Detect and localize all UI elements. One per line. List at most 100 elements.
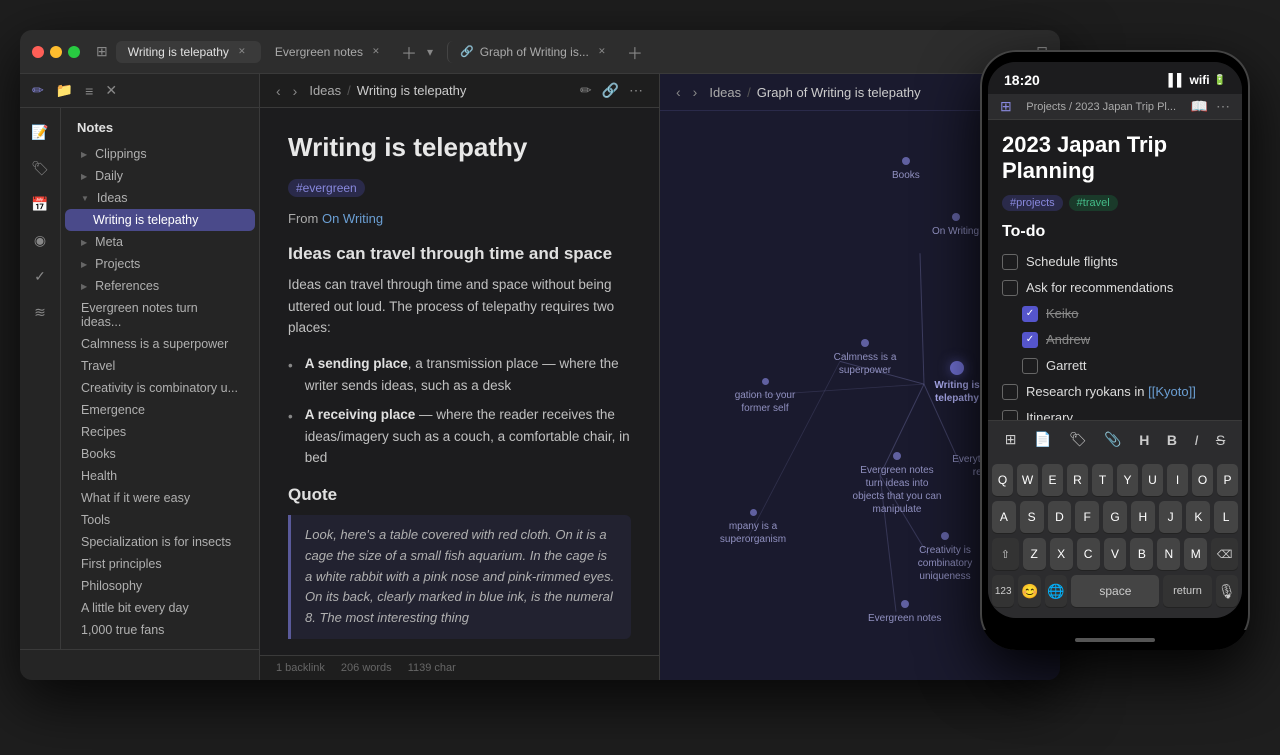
new-tab-button-2[interactable]: ＋	[623, 40, 647, 64]
sidebar-item-calmness[interactable]: Calmness is a superpower	[65, 333, 255, 355]
key-w[interactable]: W	[1017, 464, 1038, 496]
graph-node-former-self[interactable]: gation to your former self	[720, 378, 810, 415]
graph-node-books[interactable]: Books	[892, 157, 920, 182]
key-y[interactable]: Y	[1117, 464, 1138, 496]
checkbox-itinerary[interactable]	[1002, 410, 1018, 420]
graph-node-on-writing[interactable]: On Writing	[932, 213, 979, 238]
key-o[interactable]: O	[1192, 464, 1213, 496]
key-delete[interactable]: ⌫	[1211, 538, 1238, 570]
sidebar-item-recipes[interactable]: Recipes	[65, 421, 255, 443]
checkbox-keiko[interactable]: ✓	[1022, 306, 1038, 322]
link-icon[interactable]: 🔗	[602, 82, 619, 99]
key-t[interactable]: T	[1092, 464, 1113, 496]
key-l[interactable]: L	[1214, 501, 1238, 533]
key-a[interactable]: A	[992, 501, 1016, 533]
folder-icon[interactable]: 📁	[56, 82, 73, 99]
tab-dropdown-icon[interactable]: ▾	[423, 41, 437, 63]
key-s[interactable]: S	[1020, 501, 1044, 533]
sidebar-item-daily[interactable]: ▶ Daily	[65, 165, 255, 187]
graph-breadcrumb-root[interactable]: Ideas	[709, 85, 741, 100]
key-b[interactable]: B	[1130, 538, 1153, 570]
tab-writing-telepathy[interactable]: Writing is telepathy ✕	[116, 41, 261, 63]
phone-content[interactable]: 2023 Japan Trip Planning #projects #trav…	[988, 120, 1242, 420]
graph-node-evergreen-ideas[interactable]: Evergreen notes turn ideas into objects …	[852, 452, 942, 516]
tags-nav-icon[interactable]: 🏷	[24, 152, 56, 184]
checkbox-andrew[interactable]: ✓	[1022, 332, 1038, 348]
calendar-nav-icon[interactable]: 📅	[24, 188, 56, 220]
backlinks-count[interactable]: 1 backlink	[276, 662, 325, 674]
tab-graph[interactable]: 🔗 Graph of Writing is... ✕	[447, 41, 621, 63]
sort-icon[interactable]: ≡	[85, 83, 93, 99]
close-panel-icon[interactable]: ✕	[105, 82, 117, 99]
key-q[interactable]: Q	[992, 464, 1013, 496]
new-tab-button[interactable]: ＋	[397, 40, 421, 64]
sidebar-item-creativity[interactable]: Creativity is combinatory u...	[65, 377, 255, 399]
sidebar-item-evergreen-ideas[interactable]: Evergreen notes turn ideas...	[65, 297, 255, 333]
book-icon[interactable]: 📖	[1191, 98, 1208, 115]
key-globe[interactable]: 🌐	[1045, 575, 1067, 607]
more-icon[interactable]: ⋯	[629, 82, 643, 99]
key-v[interactable]: V	[1104, 538, 1127, 570]
sidebar-item-clippings[interactable]: ▶ Clippings	[65, 143, 255, 165]
sidebar-item-health[interactable]: Health	[65, 465, 255, 487]
key-x[interactable]: X	[1050, 538, 1073, 570]
graph-back-button[interactable]: ‹	[676, 84, 681, 100]
format-doc-icon[interactable]: 📄	[1028, 427, 1057, 452]
tab-close-icon[interactable]: ✕	[235, 45, 249, 59]
phone-todo-keiko[interactable]: ✓ Keiko	[1002, 301, 1228, 327]
checkbox-schedule[interactable]	[1002, 254, 1018, 270]
graph-node-superorganism[interactable]: mpany is a superorganism	[708, 509, 798, 546]
kyoto-link[interactable]: [[Kyoto]]	[1148, 384, 1196, 399]
format-h-icon[interactable]: H	[1133, 428, 1155, 452]
sidebar-item-philosophy[interactable]: Philosophy	[65, 575, 255, 597]
key-num[interactable]: 123	[992, 575, 1014, 607]
phone-todo-ryokans[interactable]: Research ryokans in [[Kyoto]]	[1002, 379, 1228, 405]
activity-nav-icon[interactable]: ≋	[24, 296, 56, 328]
graph-node-combinatory[interactable]: Creativity is combinatory uniqueness	[900, 532, 990, 583]
phone-tag-projects[interactable]: #projects	[1002, 195, 1063, 211]
graph-forward-button[interactable]: ›	[693, 84, 698, 100]
tab-evergreen-notes[interactable]: Evergreen notes ✕	[263, 41, 395, 63]
maximize-button[interactable]	[68, 46, 80, 58]
key-h[interactable]: H	[1131, 501, 1155, 533]
format-attach-icon[interactable]: 📎	[1098, 427, 1127, 452]
key-p[interactable]: P	[1217, 464, 1238, 496]
sidebar-item-writing-telepathy[interactable]: Writing is telepathy	[65, 209, 255, 231]
key-g[interactable]: G	[1103, 501, 1127, 533]
checkbox-recommendations[interactable]	[1002, 280, 1018, 296]
key-return[interactable]: return	[1163, 575, 1211, 607]
phone-todo-recommendations[interactable]: Ask for recommendations	[1002, 275, 1228, 301]
phone-todo-itinerary[interactable]: Itinerary	[1002, 405, 1228, 420]
notes-nav-icon[interactable]: 📝	[24, 116, 56, 148]
checkbox-garrett[interactable]	[1022, 358, 1038, 374]
key-j[interactable]: J	[1159, 501, 1183, 533]
key-z[interactable]: Z	[1023, 538, 1046, 570]
sidebar-item-emergence[interactable]: Emergence	[65, 399, 255, 421]
sidebar-item-ideas[interactable]: ▼ Ideas	[65, 187, 255, 209]
sidebar-item-meta[interactable]: ▶ Meta	[65, 231, 255, 253]
key-e[interactable]: E	[1042, 464, 1063, 496]
tab-close-icon[interactable]: ✕	[369, 45, 383, 59]
tab-close-icon[interactable]: ✕	[595, 45, 609, 59]
key-space[interactable]: space	[1071, 575, 1159, 607]
sidebar-item-tools[interactable]: Tools	[65, 509, 255, 531]
phone-todo-andrew[interactable]: ✓ Andrew	[1002, 327, 1228, 353]
sidebar-item-references[interactable]: ▶ References	[65, 275, 255, 297]
format-italic-icon[interactable]: I	[1188, 428, 1204, 452]
tag-badge[interactable]: #evergreen	[288, 179, 365, 197]
key-i[interactable]: I	[1167, 464, 1188, 496]
forward-button[interactable]: ›	[293, 83, 298, 99]
sidebar-item-first-principles[interactable]: First principles	[65, 553, 255, 575]
sidebar-item-specialization[interactable]: Specialization is for insects	[65, 531, 255, 553]
sidebar-item-what-if[interactable]: What if it were easy	[65, 487, 255, 509]
sidebar-item-little-bit[interactable]: A little bit every day	[65, 597, 255, 619]
format-block-icon[interactable]: ⊞	[999, 427, 1023, 452]
key-emoji[interactable]: 😊	[1018, 575, 1040, 607]
key-u[interactable]: U	[1142, 464, 1163, 496]
key-mic[interactable]: 🎙	[1216, 575, 1238, 607]
more-icon[interactable]: ⋯	[1216, 98, 1230, 115]
key-shift[interactable]: ⇧	[992, 538, 1019, 570]
sidebar-item-books[interactable]: Books	[65, 443, 255, 465]
graph-node-evergreen-notes[interactable]: Evergreen notes	[868, 600, 941, 625]
close-button[interactable]	[32, 46, 44, 58]
